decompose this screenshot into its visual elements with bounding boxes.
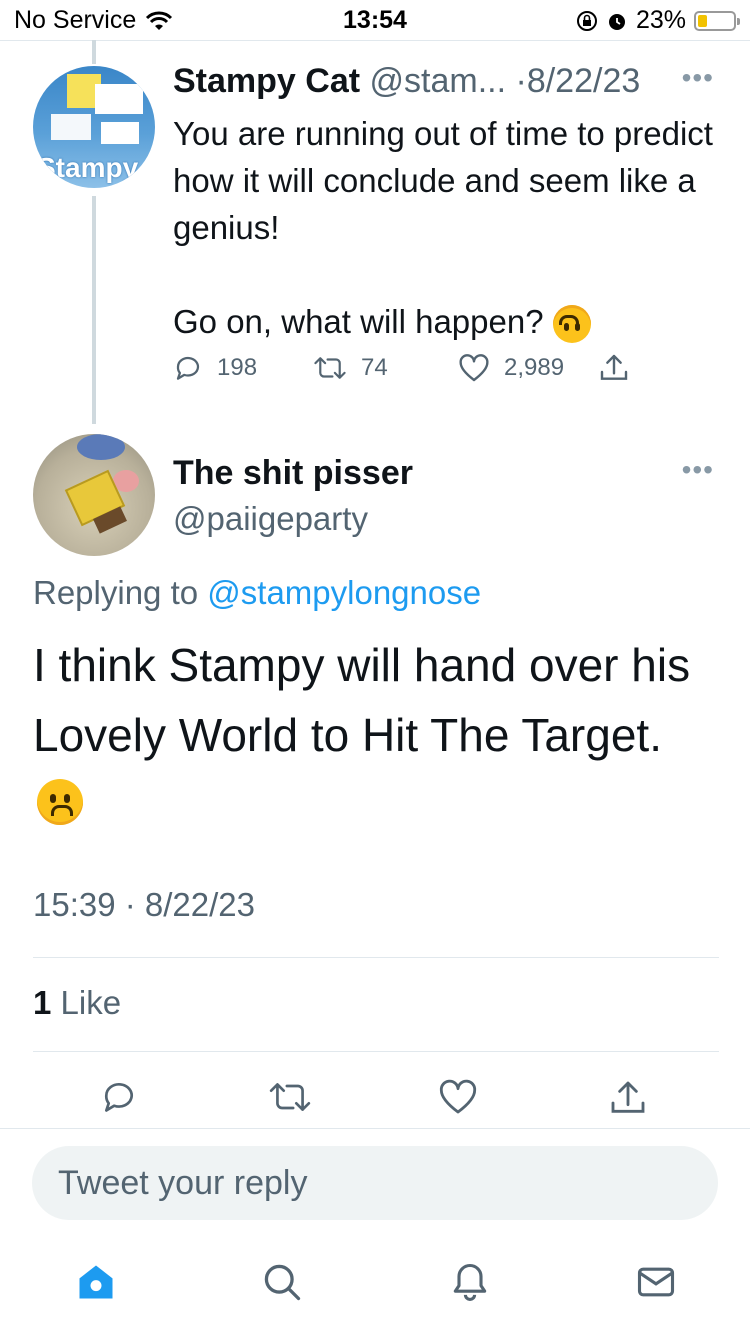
divider [0,1128,750,1129]
handle[interactable]: @stam... [370,62,507,100]
tweet-date: 8/22/23 [526,62,641,100]
tab-bar [0,1246,750,1326]
share-icon[interactable] [608,1078,648,1118]
tweet-text: I think Stampy will hand over his Lovely… [33,639,691,761]
more-options-icon[interactable]: ••• [682,62,714,94]
tweet-header: Stampy Cat @stam... ·8/22/23 [173,62,640,101]
status-divider [0,40,750,41]
upside-down-face-icon [552,305,591,344]
retweet-icon [314,357,346,379]
retweet-count: 74 [361,354,388,381]
share-icon [600,354,628,380]
tweet-text-line: You are running out of time to predict h… [173,115,713,246]
retweet-button[interactable]: 74 [313,353,458,383]
avatar[interactable]: Stampy [33,66,155,188]
replying-prefix: Replying to [33,574,199,611]
notifications-icon[interactable] [448,1260,492,1304]
likes-count: 1 [33,984,52,1021]
search-icon[interactable] [260,1260,304,1304]
display-name[interactable]: The shit pisser [173,454,413,493]
alarm-icon [608,13,625,30]
retweet-icon[interactable] [268,1078,312,1116]
reply-placeholder: Tweet your reply [58,1164,308,1202]
messages-icon[interactable] [634,1260,678,1304]
tweet-text: You are running out of time to predict h… [173,110,713,345]
thread-line [92,196,96,424]
reply-icon[interactable] [100,1078,138,1116]
handle[interactable]: @paiigeparty [173,500,368,538]
reply-input[interactable]: Tweet your reply [32,1146,718,1220]
tweet-timestamp: 15:39 · 8/22/23 [33,886,256,923]
home-icon[interactable] [74,1260,118,1304]
reply-button[interactable]: 198 [173,353,313,383]
battery-percent: 23% [635,6,686,34]
tweet-actions: 198 74 2,989 [173,352,630,384]
heart-icon [459,354,489,382]
avatar[interactable] [33,434,155,556]
avatar-text: Stampy [37,152,139,183]
like-count: 2,989 [504,354,565,381]
like-button[interactable]: 2,989 [458,353,598,383]
reply-icon [176,356,200,380]
thread-line-top [92,40,96,64]
replying-to: Replying to @stampylongnose [33,574,481,612]
share-button[interactable] [598,352,630,384]
likes-summary[interactable]: 1 Like [33,984,121,1022]
status-right: 23% [576,6,740,35]
divider [33,957,719,958]
tweet-actions [0,1078,750,1122]
heart-icon[interactable] [438,1078,478,1116]
likes-label: Like [60,984,122,1021]
more-options-icon[interactable]: ••• [682,454,714,486]
tweet-text-line: Go on, what will happen? [173,303,544,340]
reply-count: 198 [217,354,258,381]
status-bar: No Service 13:54 23% [0,0,750,40]
frowning-face-icon [37,779,83,825]
divider [33,1051,719,1052]
mention-link[interactable]: @stampylongnose [207,574,481,611]
orientation-lock-icon [576,10,597,31]
separator-dot: · [515,62,527,100]
display-name[interactable]: Stampy Cat [173,62,360,100]
battery-icon [694,10,740,31]
